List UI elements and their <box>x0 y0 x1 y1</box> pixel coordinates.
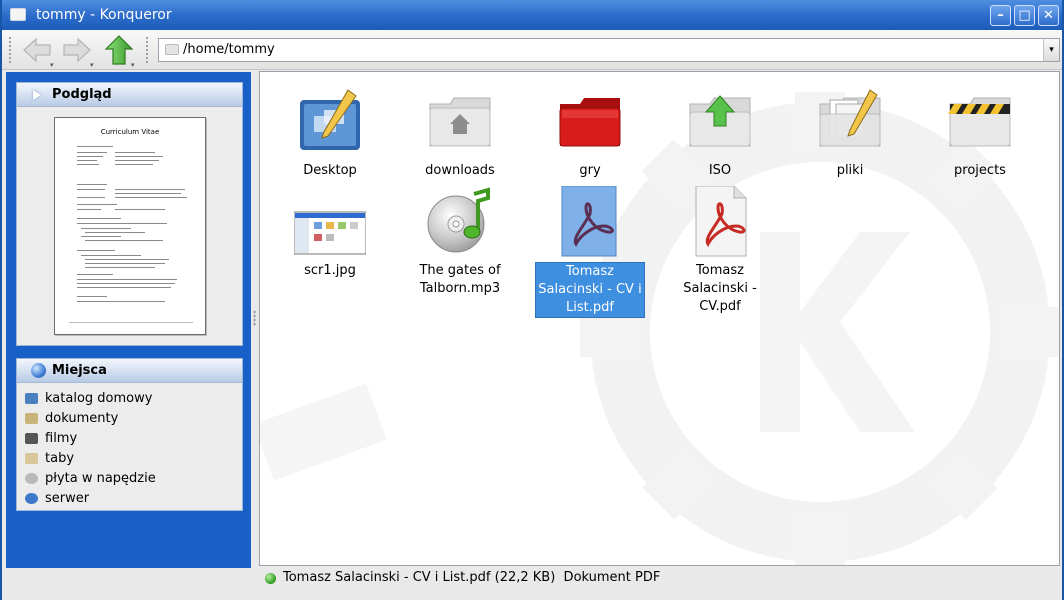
desktop-folder-icon <box>300 89 360 150</box>
window-app-icon[interactable] <box>10 8 26 21</box>
window-bottom-border <box>2 590 1062 600</box>
red-folder-icon <box>559 98 621 147</box>
forward-button[interactable] <box>60 33 94 67</box>
pdf-icon <box>695 185 747 257</box>
close-button[interactable]: ✕ <box>1038 5 1059 26</box>
audio-cd-icon <box>427 187 490 253</box>
maximize-button[interactable]: □ <box>1014 5 1035 26</box>
file-item[interactable]: Tomasz Salacinski - CV.pdf <box>665 185 775 316</box>
preview-panel: Podgląd Curriculum Vitae <box>16 82 243 346</box>
places-list: katalog domowy dokumenty filmy taby płyt… <box>17 383 242 509</box>
image-thumbnail-icon <box>293 211 367 255</box>
file-label: projects <box>954 163 1006 178</box>
documents-folder-icon <box>819 89 881 147</box>
back-history-arrow-icon[interactable]: ▾ <box>50 61 54 69</box>
file-view[interactable]: Desktop downloads gry ISO pliki projects… <box>259 71 1060 566</box>
tabs-folder-icon <box>25 453 38 464</box>
up-history-arrow-icon[interactable]: ▾ <box>131 61 135 69</box>
file-label: Tomasz Salacinski - CV i List.pdf <box>535 262 645 318</box>
place-item-tabs[interactable]: taby <box>23 449 242 469</box>
splitter-handle[interactable] <box>253 310 256 326</box>
places-panel: Miejsca katalog domowy dokumenty filmy t… <box>16 358 243 511</box>
status-text: Tomasz Salacinski - CV i List.pdf (22,2 … <box>283 570 661 585</box>
folder-icon <box>165 44 179 55</box>
file-label: Tomasz Salacinski - CV.pdf <box>683 263 757 314</box>
file-item[interactable]: downloads <box>405 86 515 180</box>
file-label: gry <box>579 163 601 178</box>
place-item-films[interactable]: filmy <box>23 429 242 449</box>
places-heading: Miejsca <box>52 363 107 378</box>
status-led-icon <box>265 573 276 584</box>
place-label: taby <box>45 451 75 466</box>
file-item[interactable]: gry <box>535 86 645 180</box>
title-bar[interactable]: tommy - Konqueror – □ ✕ <box>2 0 1062 30</box>
file-item[interactable]: ISO <box>665 86 775 180</box>
place-item-server[interactable]: serwer <box>23 489 242 509</box>
preview-panel-header[interactable]: Podgląd <box>17 83 242 107</box>
location-bar[interactable]: /home/tommy ▾ <box>158 38 1060 62</box>
pdf-icon <box>561 185 617 257</box>
server-icon <box>25 493 38 504</box>
minimize-button[interactable]: – <box>990 5 1011 26</box>
file-label: Desktop <box>303 163 357 178</box>
home-folder-icon <box>25 393 38 404</box>
file-label: The gates of Talborn.mp3 <box>419 263 501 296</box>
home-folder-icon <box>429 97 491 147</box>
cdrom-icon <box>25 473 38 484</box>
globe-icon <box>31 363 46 378</box>
place-label: filmy <box>45 431 78 446</box>
location-dropdown-button[interactable]: ▾ <box>1043 39 1059 61</box>
place-item-cdrom[interactable]: płyta w napędzie <box>23 469 242 489</box>
place-item-documents[interactable]: dokumenty <box>23 409 242 429</box>
file-item[interactable]: pliki <box>795 86 905 180</box>
place-label: płyta w napędzie <box>45 471 156 486</box>
preview-heading: Podgląd <box>52 87 112 102</box>
upload-folder-icon <box>689 95 751 147</box>
file-item[interactable]: projects <box>925 86 1035 180</box>
location-grip[interactable] <box>145 36 149 64</box>
forward-history-arrow-icon[interactable]: ▾ <box>90 61 94 69</box>
file-item-selected[interactable]: Tomasz Salacinski - CV i List.pdf <box>535 185 645 318</box>
collapse-triangle-icon[interactable] <box>33 90 41 100</box>
toolbar-grip[interactable] <box>8 36 12 64</box>
sidebar: Podgląd Curriculum Vitae Miejsca katalog… <box>6 72 251 568</box>
film-icon <box>25 433 38 444</box>
file-label: ISO <box>708 163 732 178</box>
file-label: pliki <box>836 163 864 178</box>
preview-document-title: Curriculum Vitae <box>100 128 160 136</box>
window-title: tommy - Konqueror <box>36 7 172 23</box>
place-label: katalog domowy <box>45 391 153 406</box>
documents-icon <box>25 413 38 424</box>
places-panel-header[interactable]: Miejsca <box>17 359 242 383</box>
place-label: serwer <box>45 491 90 506</box>
document-preview: Curriculum Vitae <box>54 117 206 335</box>
construction-folder-icon <box>948 97 1011 147</box>
file-item[interactable]: The gates of Talborn.mp3 <box>405 186 515 298</box>
forward-arrow-icon <box>63 37 91 63</box>
konqueror-window: tommy - Konqueror – □ ✕ ▾ ▾ ▾ /home/tomm… <box>0 0 1064 600</box>
file-label: scr1.jpg <box>304 263 356 278</box>
back-arrow-icon <box>23 37 51 63</box>
toolbar: ▾ ▾ ▾ /home/tommy ▾ <box>2 30 1062 70</box>
status-bar: Tomasz Salacinski - CV i List.pdf (22,2 … <box>259 568 1060 590</box>
back-button[interactable] <box>20 33 54 67</box>
place-item-home[interactable]: katalog domowy <box>23 389 242 409</box>
file-label: downloads <box>425 163 495 178</box>
location-input[interactable]: /home/tommy <box>183 42 275 57</box>
file-item[interactable]: scr1.jpg <box>275 186 385 280</box>
place-label: dokumenty <box>45 411 119 426</box>
file-item[interactable]: Desktop <box>275 86 385 180</box>
